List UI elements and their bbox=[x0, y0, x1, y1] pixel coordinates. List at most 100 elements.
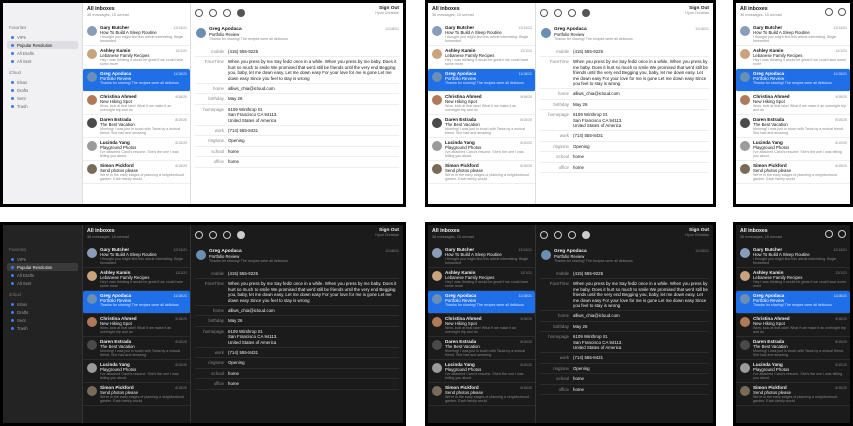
message-row[interactable]: Gary Butcher How To Build A Sleep Routine… bbox=[83, 245, 190, 268]
message-row[interactable]: Ashley Kamin Lebanese Family Recipes Hey I… bbox=[83, 268, 190, 291]
field-value: When you press by me Say fediz once in a… bbox=[573, 281, 708, 309]
archive-icon[interactable] bbox=[540, 9, 548, 17]
message-row[interactable]: Greg Apodaca Portfolio Review Thanks for s… bbox=[83, 291, 190, 314]
message-row[interactable]: Greg Apodaca Portfolio Review Thanks for s… bbox=[428, 69, 535, 92]
message-row[interactable]: Ashley Kamin Lebanese Family Recipes Hey I… bbox=[428, 46, 535, 69]
message-row[interactable]: Simon Pickford Send photos please We're in… bbox=[428, 383, 535, 406]
sidebar-item[interactable]: Inbox bbox=[7, 300, 78, 308]
message-row[interactable]: Gary Butcher How To Build A Sleep Routine… bbox=[428, 245, 535, 268]
field-value: home bbox=[573, 164, 584, 170]
field-value[interactable]: alliws_chia@icloud.com bbox=[228, 308, 399, 313]
sidebar-item[interactable]: VIPs bbox=[7, 255, 78, 263]
message-row[interactable]: Lucinda Yang Playground Photos I've attach… bbox=[428, 138, 535, 161]
message-row[interactable]: Christina Ahmed New Hiking Spot Wow, look … bbox=[428, 92, 535, 115]
message-row[interactable]: Daren Estrada The Best Vacation Morning! I… bbox=[736, 337, 850, 360]
reply-icon[interactable] bbox=[209, 9, 217, 17]
sidebar-item[interactable]: Sent bbox=[7, 316, 78, 324]
forward-icon[interactable] bbox=[568, 9, 576, 17]
sidebar-item[interactable]: Popular Resolution bbox=[7, 263, 78, 271]
message-row[interactable]: Lucinda Yang Playground Photos I've attach… bbox=[83, 360, 190, 383]
folder-icon bbox=[11, 43, 14, 47]
field-value[interactable]: alliws_chia@icloud.com bbox=[573, 313, 709, 318]
avatar bbox=[432, 49, 442, 59]
message-row[interactable]: Lucinda Yang Playground Photos I've attach… bbox=[736, 138, 850, 161]
reply-icon[interactable] bbox=[209, 231, 217, 239]
field-value: May 26 bbox=[228, 318, 243, 324]
field-value[interactable]: alliws_chia@icloud.com bbox=[573, 91, 709, 96]
message-row[interactable]: Lucinda Yang Playground Photos I've attach… bbox=[428, 360, 535, 383]
message-text: Simon Pickford Send photos please We're in… bbox=[100, 385, 187, 403]
message-row[interactable]: Daren Estrada The Best Vacation Morning! I… bbox=[83, 115, 190, 138]
flag-icon[interactable] bbox=[237, 9, 245, 17]
message-row[interactable]: Gary Butcher How To Build A Sleep Routine… bbox=[428, 23, 535, 46]
message-row[interactable]: Lucinda Yang Playground Photos I've attach… bbox=[736, 360, 850, 383]
reply-icon[interactable] bbox=[554, 9, 562, 17]
forward-icon[interactable] bbox=[223, 231, 231, 239]
message-row[interactable]: Greg Apodaca Portfolio Review Thanks for s… bbox=[736, 291, 850, 314]
sidebar-item[interactable]: VIPs bbox=[7, 33, 78, 41]
sidebar-item[interactable]: All Sent bbox=[7, 279, 78, 287]
message-row[interactable]: Daren Estrada The Best Vacation Morning! I… bbox=[428, 337, 535, 360]
sidebar-item[interactable]: Drafts bbox=[7, 308, 78, 316]
message-row[interactable]: Ashley Kamin Lebanese Family Recipes Hey I… bbox=[736, 268, 850, 291]
message-row[interactable]: Christina Ahmed New Hiking Spot Wow, look … bbox=[428, 314, 535, 337]
message-date: 6/10/20 bbox=[835, 141, 847, 145]
message-row[interactable]: Simon Pickford Send photos please We're in… bbox=[83, 383, 190, 406]
message-row[interactable]: Christina Ahmed New Hiking Spot Wow, look … bbox=[736, 92, 850, 115]
message-row[interactable]: Ashley Kamin Lebanese Family Recipes Hey I… bbox=[736, 46, 850, 69]
folder-icon bbox=[11, 80, 14, 84]
archive-icon[interactable] bbox=[540, 231, 548, 239]
message-row[interactable]: Gary Butcher How To Build A Sleep Routine… bbox=[83, 23, 190, 46]
message-row[interactable]: Daren Estrada The Best Vacation Morning! I… bbox=[736, 115, 850, 138]
message-row[interactable]: Simon Pickford Send photos please We're in… bbox=[736, 161, 850, 184]
message-rows: Gary Butcher How To Build A Sleep Routine… bbox=[428, 245, 535, 423]
filter-icon[interactable] bbox=[825, 230, 833, 238]
sidebar-item[interactable]: All Drafts bbox=[7, 49, 78, 57]
message-row[interactable]: Ashley Kamin Lebanese Family Recipes Hey I… bbox=[428, 268, 535, 291]
field-value: (415) 555-9225 bbox=[573, 49, 604, 54]
archive-icon[interactable] bbox=[195, 9, 203, 17]
message-row[interactable]: Simon Pickford Send photos please We're in… bbox=[736, 383, 850, 406]
message-row[interactable]: Ashley Kamin Lebanese Family Recipes Hey I… bbox=[83, 46, 190, 69]
message-row[interactable]: Simon Pickford Send photos please We're in… bbox=[83, 161, 190, 184]
message-text: Ashley Kamin Lebanese Family Recipes Hey I… bbox=[753, 48, 847, 66]
message-row[interactable]: Gary Butcher How To Build A Sleep Routine… bbox=[736, 23, 850, 46]
message-row[interactable]: Daren Estrada The Best Vacation Morning! I… bbox=[83, 337, 190, 360]
message-row[interactable]: Christina Ahmed New Hiking Spot Wow, look … bbox=[83, 314, 190, 337]
contact-field-row: work (714) 555-8431 bbox=[195, 348, 399, 359]
sidebar-item[interactable]: Popular Resolution bbox=[7, 41, 78, 49]
sidebar-item[interactable]: Sent bbox=[7, 94, 78, 102]
detail-header: Greg Apodaca Portfolio Review Thanks for s… bbox=[191, 245, 403, 265]
list-header: All inboxes 36 messages, 15 unread bbox=[83, 3, 190, 23]
contact-field-row: homepage 6109 Winthrop St. San Francisco … bbox=[540, 332, 709, 354]
sidebar-item[interactable]: Trash bbox=[7, 324, 78, 332]
compose-icon[interactable] bbox=[838, 230, 846, 238]
message-row[interactable]: Christina Ahmed New Hiking Spot Wow, look … bbox=[83, 92, 190, 115]
sidebar-item[interactable]: Inbox bbox=[7, 78, 78, 86]
message-row[interactable]: Christina Ahmed New Hiking Spot Wow, look … bbox=[736, 314, 850, 337]
compose-icon[interactable] bbox=[838, 8, 846, 16]
message-row[interactable]: Lucinda Yang Playground Photos I've attach… bbox=[83, 138, 190, 161]
forward-icon[interactable] bbox=[568, 231, 576, 239]
message-row[interactable]: Greg Apodaca Portfolio Review Thanks for s… bbox=[83, 69, 190, 92]
message-row[interactable]: Greg Apodaca Portfolio Review Thanks for s… bbox=[428, 291, 535, 314]
message-row[interactable]: Gary Butcher How To Build A Sleep Routine… bbox=[736, 245, 850, 268]
message-row[interactable]: Daren Estrada The Best Vacation Morning! I… bbox=[428, 115, 535, 138]
field-value: home bbox=[228, 370, 239, 376]
sidebar-item[interactable]: All Drafts bbox=[7, 271, 78, 279]
forward-icon[interactable] bbox=[223, 9, 231, 17]
sidebar-item[interactable]: Trash bbox=[7, 102, 78, 110]
flag-icon[interactable] bbox=[582, 9, 590, 17]
sidebar-item[interactable]: Drafts bbox=[7, 86, 78, 94]
sidebar-item[interactable]: All Sent bbox=[7, 57, 78, 65]
message-row[interactable]: Simon Pickford Send photos please We're in… bbox=[428, 161, 535, 184]
reply-icon[interactable] bbox=[554, 231, 562, 239]
message-row[interactable]: Greg Apodaca Portfolio Review Thanks for s… bbox=[736, 69, 850, 92]
field-value[interactable]: alliws_chia@icloud.com bbox=[228, 86, 399, 91]
sidebar-item-label: VIPs bbox=[17, 34, 26, 40]
message-text: Lucinda Yang Playground Photos I've attach… bbox=[753, 362, 847, 380]
flag-icon[interactable] bbox=[237, 231, 245, 239]
archive-icon[interactable] bbox=[195, 231, 203, 239]
filter-icon[interactable] bbox=[825, 8, 833, 16]
flag-icon[interactable] bbox=[582, 231, 590, 239]
